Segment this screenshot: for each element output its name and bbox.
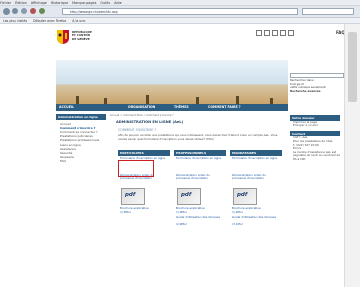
pdf-thumbnail-icon[interactable]: pdf [121, 188, 145, 205]
banner-figure [146, 95, 149, 104]
intro-text: Afin de pouvoir accéder aux prestations … [118, 133, 278, 141]
section-title: COMMENT S'INSCRIRE ? [118, 128, 157, 132]
menu-view[interactable]: Affichage [31, 1, 47, 5]
search-panel: Rechercher dans : tout ge.ch cette rubri… [290, 73, 344, 95]
nav-home[interactable]: ACCUEIL [59, 104, 74, 111]
bookmark-getting-started[interactable]: Débuter avec Firefox [33, 19, 66, 23]
guide-size: (3.1Mo) [232, 222, 243, 226]
guide-size: (2.9Mo) [176, 222, 187, 226]
video-demo-link[interactable]: Démonstration vidéo du processus d'inscr… [174, 173, 226, 182]
toolbar-tools: FAQ [256, 30, 345, 38]
video-demo-link[interactable]: Démonstration vidéo du processus d'inscr… [230, 173, 282, 182]
column-mandataries: MANDATAIRES Formulaire d'inscription en … [230, 150, 282, 234]
menu-help[interactable]: Aide [114, 1, 122, 5]
banner-figure [236, 96, 239, 104]
logo-text: RÉPUBLIQUE ET CANTON DE GENÈVE [72, 30, 92, 41]
menu-edit[interactable]: Édition [15, 1, 27, 5]
registration-form-link[interactable]: Formulaire d'inscription en ligne [230, 156, 282, 173]
bookmark-most-visited[interactable]: Les plus visités [3, 19, 27, 23]
guide-link[interactable]: Guide d'utilisation des données [232, 215, 276, 220]
menu-file[interactable]: Fichier [0, 1, 11, 5]
right-sidebar: Votre dossier Imprimer la page Envoyer à… [290, 114, 340, 224]
forward-icon[interactable] [12, 8, 18, 14]
text-size-icon[interactable] [264, 30, 270, 36]
sidebar-item-professionals[interactable]: Prestations professionnels [56, 138, 106, 142]
mail-icon[interactable] [280, 30, 286, 36]
highlight-box [118, 160, 154, 177]
print-icon[interactable] [256, 30, 262, 36]
menu-history[interactable]: Historique [51, 1, 68, 5]
banner-figure [196, 97, 199, 104]
advanced-search-link[interactable]: Recherche avancée [290, 89, 344, 94]
hero-banner [56, 60, 288, 104]
scrollbar-thumb[interactable] [348, 32, 357, 102]
sidebar-header: Administration en ligne [56, 114, 106, 120]
nav-how-to[interactable]: COMMENT FAIRE ? [208, 104, 241, 111]
url-text: http://www.ge.ch/adm/ldc.asp [70, 10, 118, 14]
browser-search-input[interactable] [302, 8, 354, 15]
guide-link[interactable]: Guide d'utilisation des données [176, 215, 220, 220]
rss-icon[interactable] [272, 30, 278, 36]
registration-form-link[interactable]: Formulaire d'inscription en ligne [174, 156, 226, 173]
breadcrumb: Accueil > Comment faire > Comment s'insc… [110, 114, 174, 117]
left-sidebar: Administration en ligne Accueil Comment … [56, 114, 106, 194]
reload-icon[interactable] [21, 8, 27, 14]
column-professionals: PROFESSIONNELS Formulaire d'inscription … [174, 150, 226, 234]
menu-tools[interactable]: Outils [100, 1, 110, 5]
menu-bookmarks[interactable]: Marque-pages [72, 1, 96, 5]
font-size-icon[interactable] [288, 30, 294, 36]
page-viewport: RÉPUBLIQUE ET CANTON DE GENÈVE FAQ Reche… [0, 24, 360, 287]
url-input[interactable]: http://www.ge.ch/adm/ldc.asp [62, 8, 298, 15]
geneva-coat-of-arms-icon[interactable] [56, 29, 70, 45]
back-icon[interactable] [3, 8, 10, 15]
browser-navbar: http://www.ge.ch/adm/ldc.asp [0, 6, 360, 18]
page-title: ADMINISTRATION EN LIGNE (AeL) [116, 120, 184, 124]
sidebar-item-faq[interactable]: FAQ [56, 159, 106, 163]
stop-icon[interactable] [30, 8, 36, 14]
send-friend-link[interactable]: Envoyer à un ami [290, 124, 340, 128]
nav-organisation[interactable]: ORGANISATION [128, 104, 155, 111]
pdf-thumbnail-icon[interactable]: pdf [177, 188, 201, 205]
home-icon[interactable] [39, 8, 45, 14]
vertical-scrollbar[interactable] [344, 24, 360, 287]
contact-hours: Le Centre d'Assistance AeL est joignable… [293, 149, 340, 161]
nav-themes[interactable]: THÈMES [174, 104, 189, 111]
brochure-size: (1.5Mo) [120, 210, 131, 214]
page-content: RÉPUBLIQUE ET CANTON DE GENÈVE FAQ Reche… [0, 24, 345, 287]
pdf-thumbnail-icon[interactable]: pdf [233, 188, 257, 205]
main-nav: ACCUEIL ORGANISATION THÈMES COMMENT FAIR… [56, 104, 288, 111]
banner-figure [76, 96, 79, 104]
bookmark-headlines[interactable]: À la une [72, 19, 85, 23]
